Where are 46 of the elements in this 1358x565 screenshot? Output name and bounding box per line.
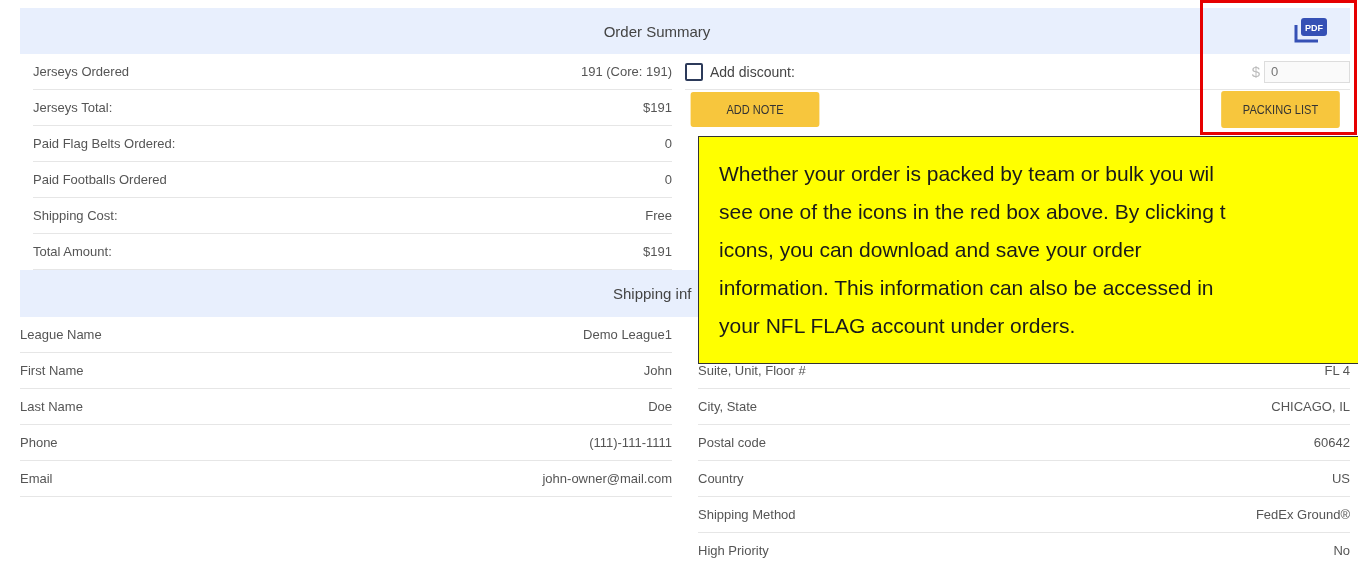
row-value: 191 (Core: 191) (580, 64, 672, 79)
row-value: US (1331, 471, 1350, 486)
row-label: High Priority (698, 543, 769, 558)
row-label: Jerseys Ordered (33, 64, 130, 79)
row-label: Suite, Unit, Floor # (698, 363, 806, 378)
row-label: City, State (698, 399, 757, 414)
row-value: 0 (664, 172, 672, 187)
add-note-button[interactable]: ADD NOTE (690, 92, 820, 127)
row-label: Country (698, 471, 744, 486)
row-value: $191 (643, 100, 672, 115)
row-label: League Name (20, 327, 102, 342)
row-value: Doe (648, 399, 672, 414)
callout-text: see one of the icons in the red box above. By clicking t (719, 199, 1226, 225)
section-title: Shipping inf (613, 285, 692, 302)
row-value: Free (645, 208, 672, 223)
row-label: Paid Footballs Ordered (33, 172, 167, 187)
row-label: Shipping Method (698, 507, 796, 522)
packing-list-button[interactable]: PACKING LIST (1221, 91, 1340, 128)
discount-label: Add discount: (710, 63, 795, 80)
row-value: CHICAGO, IL (1271, 399, 1350, 414)
section-title: Order Summary (603, 22, 711, 40)
row-value: 0 (664, 136, 672, 151)
currency-symbol: $ (1251, 63, 1260, 80)
row-value: 60642 (1313, 435, 1350, 450)
row-value: FedEx Ground® (1255, 507, 1350, 522)
row-value: John (643, 363, 672, 378)
row-label: Total Amount: (33, 244, 112, 259)
row-label: Jerseys Total: (33, 100, 113, 115)
row-label: Postal code (698, 435, 766, 450)
row-label: Last Name (20, 399, 83, 414)
row-label: First Name (20, 363, 84, 378)
callout-text: icons, you can download and save your order (719, 237, 1142, 263)
discount-field[interactable]: 0 (1264, 60, 1350, 83)
row-value: (111)-111-1111 (589, 435, 672, 450)
row-value: FL 4 (1324, 363, 1350, 378)
row-value: $191 (643, 244, 672, 259)
row-value: No (1333, 543, 1350, 558)
callout-text: information. This information can also be accessed in (719, 275, 1214, 301)
row-value: Demo League1 (583, 327, 672, 342)
row-label: Shipping Cost: (33, 208, 118, 223)
callout-text: Whether your order is packed by team or bulk you wil (719, 161, 1214, 187)
callout-text: your NFL FLAG account under orders. (719, 313, 1076, 339)
row-value: john-owner@mail.com (542, 471, 672, 486)
row-label: Paid Flag Belts Ordered: (33, 136, 176, 151)
row-label: Email (20, 471, 53, 486)
row-label: Phone (20, 435, 58, 450)
